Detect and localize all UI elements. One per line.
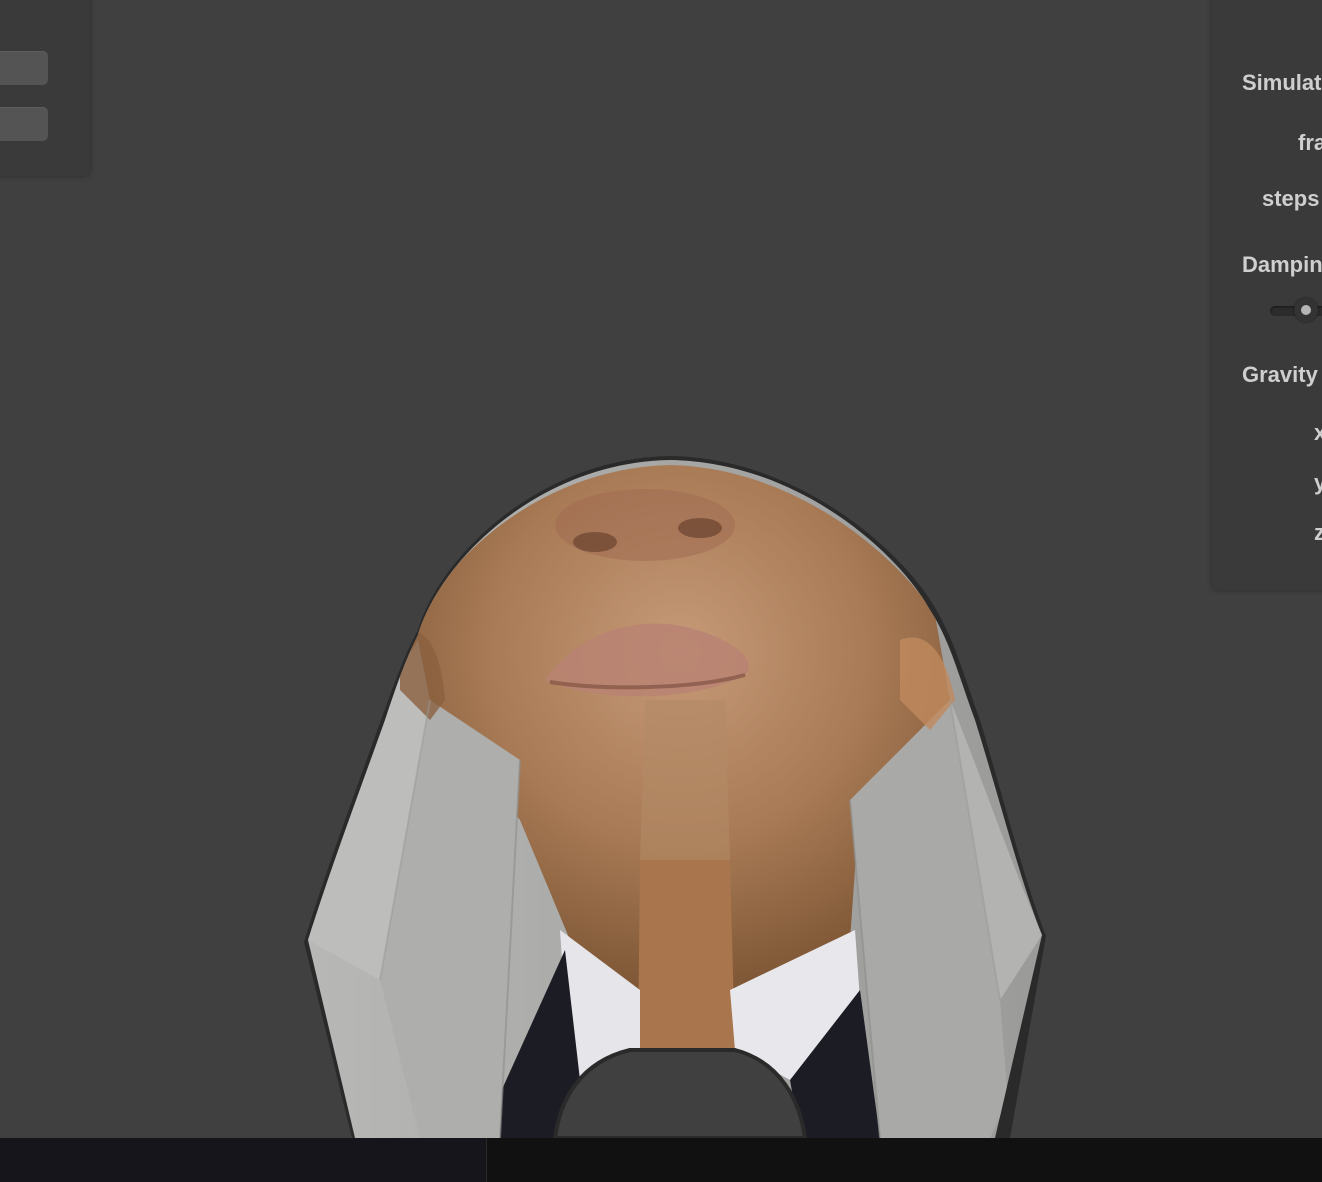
damping-label: Dampin — [1242, 252, 1322, 277]
simulation-settings-panel: Simulat fra steps Dampin Gravity x y z — [1212, 0, 1322, 590]
simulation-heading: Simulat — [1242, 70, 1322, 95]
3d-viewport[interactable]: Simulat fra steps Dampin Gravity x y z — [0, 0, 1322, 1138]
gravity-heading: Gravity — [1242, 362, 1318, 387]
gravity-y-label: y — [1314, 470, 1322, 495]
status-bar-divider — [486, 1138, 487, 1182]
gravity-z-label: z — [1314, 520, 1322, 545]
status-bar — [0, 1138, 1322, 1182]
status-bar-left — [0, 1138, 486, 1182]
steps-label: steps — [1262, 186, 1320, 211]
cloth-mesh[interactable] — [0, 0, 1322, 1138]
toolbar-button-2[interactable] — [0, 107, 48, 141]
damping-slider-knob[interactable] — [1294, 298, 1318, 322]
gravity-x-label: x — [1314, 420, 1322, 445]
frame-label: fra — [1298, 130, 1322, 155]
toolbar-button-1[interactable] — [0, 51, 48, 85]
left-toolbar-panel — [0, 0, 90, 176]
